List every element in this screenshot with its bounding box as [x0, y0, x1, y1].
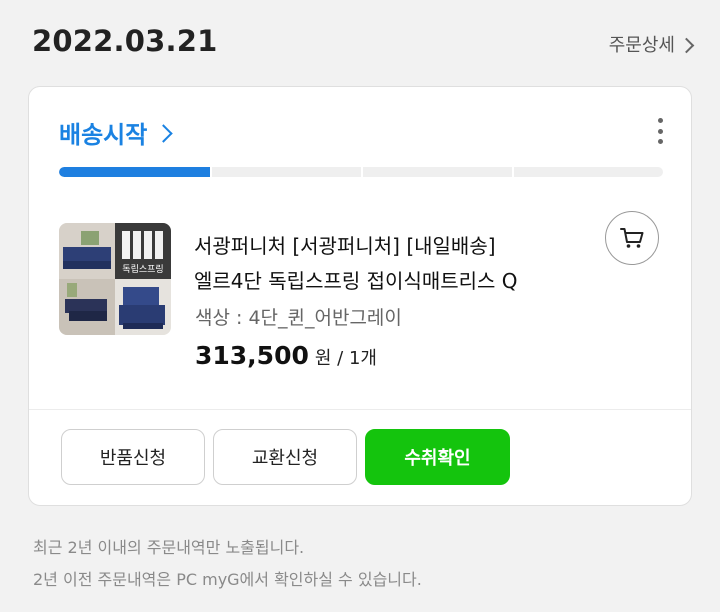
product-item: 독립스프링 서광퍼니처 [서광퍼니처] [내일배송] 엘르4단 독립스프링 접이…: [59, 211, 659, 383]
card-divider: [29, 409, 691, 410]
order-detail-link[interactable]: 주문상세: [608, 31, 695, 57]
progress-step-divider: [512, 167, 514, 177]
order-card: 배송시작 독립스프링 서광퍼니처 [서광퍼니처] [내일배송] 엘르4단 독립스…: [28, 86, 692, 506]
shipping-progress-fill: [59, 167, 210, 177]
chevron-right-icon: [678, 37, 695, 53]
exchange-request-button[interactable]: 교환신청: [213, 429, 357, 485]
order-history-page: 2022.03.21 주문상세 배송시작 독립스프링 서광퍼니처 [서광퍼니처]…: [0, 0, 720, 612]
product-option: 색상 : 4단_퀸_어반그레이: [195, 307, 402, 329]
cart-icon[interactable]: [605, 211, 659, 265]
thumbnail-text: 독립스프링: [122, 263, 163, 275]
confirm-receipt-button[interactable]: 수취확인: [365, 429, 510, 485]
shipping-progress-bar: [59, 167, 663, 177]
shipping-status-label: 배송시작: [59, 121, 148, 149]
progress-step-divider: [361, 167, 363, 177]
price-unit: 원 / 1개: [314, 348, 377, 369]
price-line: 313,500 원 / 1개: [195, 341, 377, 370]
order-history-notice: 최근 2년 이내의 주문내역만 노출됩니다. 2년 이전 주문내역은 PC my…: [33, 532, 422, 596]
product-image[interactable]: 독립스프링: [59, 223, 171, 335]
order-date: 2022.03.21: [32, 24, 218, 58]
more-vert-icon[interactable]: [647, 115, 673, 147]
notice-line-2: 2년 이전 주문내역은 PC myG에서 확인하실 수 있습니다.: [33, 570, 422, 589]
chevron-right-icon: [154, 123, 174, 143]
progress-step-divider: [210, 167, 212, 177]
order-detail-label: 주문상세: [608, 35, 675, 56]
order-actions: 반품신청 교환신청 수취확인: [61, 429, 510, 485]
return-request-button[interactable]: 반품신청: [61, 429, 205, 485]
price-amount: 313,500: [195, 341, 309, 370]
shipping-status-link[interactable]: 배송시작: [59, 115, 174, 150]
product-name[interactable]: 서광퍼니처 [서광퍼니처] [내일배송] 엘르4단 독립스프링 접이식매트리스 …: [194, 229, 554, 299]
notice-line-1: 최근 2년 이내의 주문내역만 노출됩니다.: [33, 538, 305, 557]
